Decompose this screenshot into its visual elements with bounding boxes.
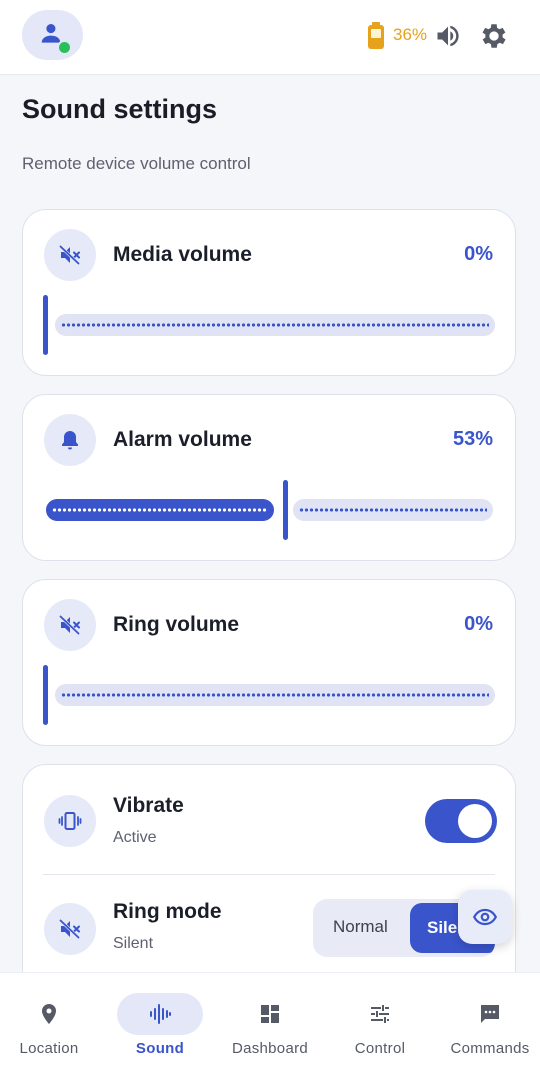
settings-gear-icon[interactable]	[478, 20, 510, 52]
ring-volume-value: 0%	[464, 613, 493, 635]
volume-off-icon	[58, 918, 81, 940]
nav-label-sound: Sound	[135, 1040, 185, 1057]
vibrate-label: Vibrate	[113, 794, 184, 817]
alarm-volume-fill	[46, 499, 274, 521]
slider-track-dots	[61, 323, 489, 327]
sliders-icon	[371, 1005, 389, 1023]
page-title: Sound settings	[22, 94, 217, 124]
alarm-bell-icon	[62, 431, 78, 450]
eye-icon	[472, 908, 498, 926]
top-app-bar: 36%	[0, 0, 540, 75]
nav-pill	[337, 993, 423, 1035]
media-volume-icon-holder	[44, 229, 96, 281]
sound-wave-icon	[150, 1004, 171, 1024]
chat-bubble-icon	[481, 1005, 499, 1023]
nav-pill	[227, 993, 313, 1035]
alarm-volume-icon-holder	[44, 414, 96, 466]
vibrate-status: Active	[113, 829, 157, 846]
ring-volume-thumb[interactable]	[43, 665, 48, 725]
ring-mode-label: Ring mode	[113, 900, 222, 923]
nav-pill	[6, 993, 92, 1035]
battery-percentage: 36%	[393, 25, 428, 44]
bottom-navigation: Location Sound Dashboard Control Command…	[0, 972, 540, 1079]
vibrate-icon	[58, 812, 82, 830]
alarm-volume-label: Alarm volume	[113, 428, 252, 451]
profile-button[interactable]	[22, 10, 83, 60]
online-status-dot	[57, 40, 72, 55]
nav-pill	[447, 993, 533, 1035]
slider-track-dots	[61, 693, 489, 697]
volume-off-icon	[58, 614, 81, 636]
alarm-volume-value: 53%	[452, 428, 493, 450]
ring-mode-icon-holder	[44, 903, 96, 955]
ring-mode-option-normal[interactable]: Normal	[333, 917, 388, 937]
alarm-volume-slider[interactable]	[293, 499, 493, 521]
nav-item-location[interactable]: Location	[6, 973, 92, 1079]
alarm-volume-thumb[interactable]	[283, 480, 288, 540]
nav-label-dashboard: Dashboard	[231, 1040, 309, 1057]
volume-off-icon	[58, 244, 81, 266]
ring-volume-slider[interactable]	[55, 684, 495, 706]
media-volume-thumb[interactable]	[43, 295, 48, 355]
alarm-volume-card: Alarm volume 53%	[22, 394, 516, 561]
location-pin-icon	[42, 1004, 56, 1024]
nav-item-dashboard[interactable]: Dashboard	[227, 973, 313, 1079]
slider-fill-dots	[52, 508, 268, 512]
ring-volume-icon-holder	[44, 599, 96, 651]
nav-pill-active	[117, 993, 203, 1035]
nav-item-control[interactable]: Control	[337, 973, 423, 1079]
ring-mode-status: Silent	[113, 935, 154, 952]
nav-item-sound[interactable]: Sound	[117, 973, 203, 1079]
nav-item-commands[interactable]: Commands	[447, 973, 533, 1079]
media-volume-card: Media volume 0%	[22, 209, 516, 376]
vibrate-toggle[interactable]	[425, 799, 497, 843]
media-volume-slider[interactable]	[55, 314, 495, 336]
divider	[43, 874, 495, 875]
vibrate-icon-holder	[44, 795, 96, 847]
page-subtitle: Remote device volume control	[22, 154, 251, 173]
nav-label-control: Control	[354, 1040, 406, 1057]
nav-label-location: Location	[19, 1040, 79, 1057]
volume-icon[interactable]	[433, 22, 463, 50]
toggle-knob	[458, 804, 492, 838]
nav-label-commands: Commands	[450, 1040, 530, 1057]
ring-volume-card: Ring volume 0%	[22, 579, 516, 746]
floating-view-button[interactable]	[458, 890, 512, 944]
slider-track-dots	[299, 508, 487, 512]
dashboard-icon	[261, 1005, 279, 1023]
media-volume-value: 0%	[464, 243, 493, 265]
battery-icon	[368, 22, 384, 49]
ring-volume-label: Ring volume	[113, 613, 240, 636]
vibrate-ringmode-card: Vibrate Active Ring mode Silent Normal S…	[22, 764, 516, 994]
media-volume-label: Media volume	[113, 243, 252, 266]
